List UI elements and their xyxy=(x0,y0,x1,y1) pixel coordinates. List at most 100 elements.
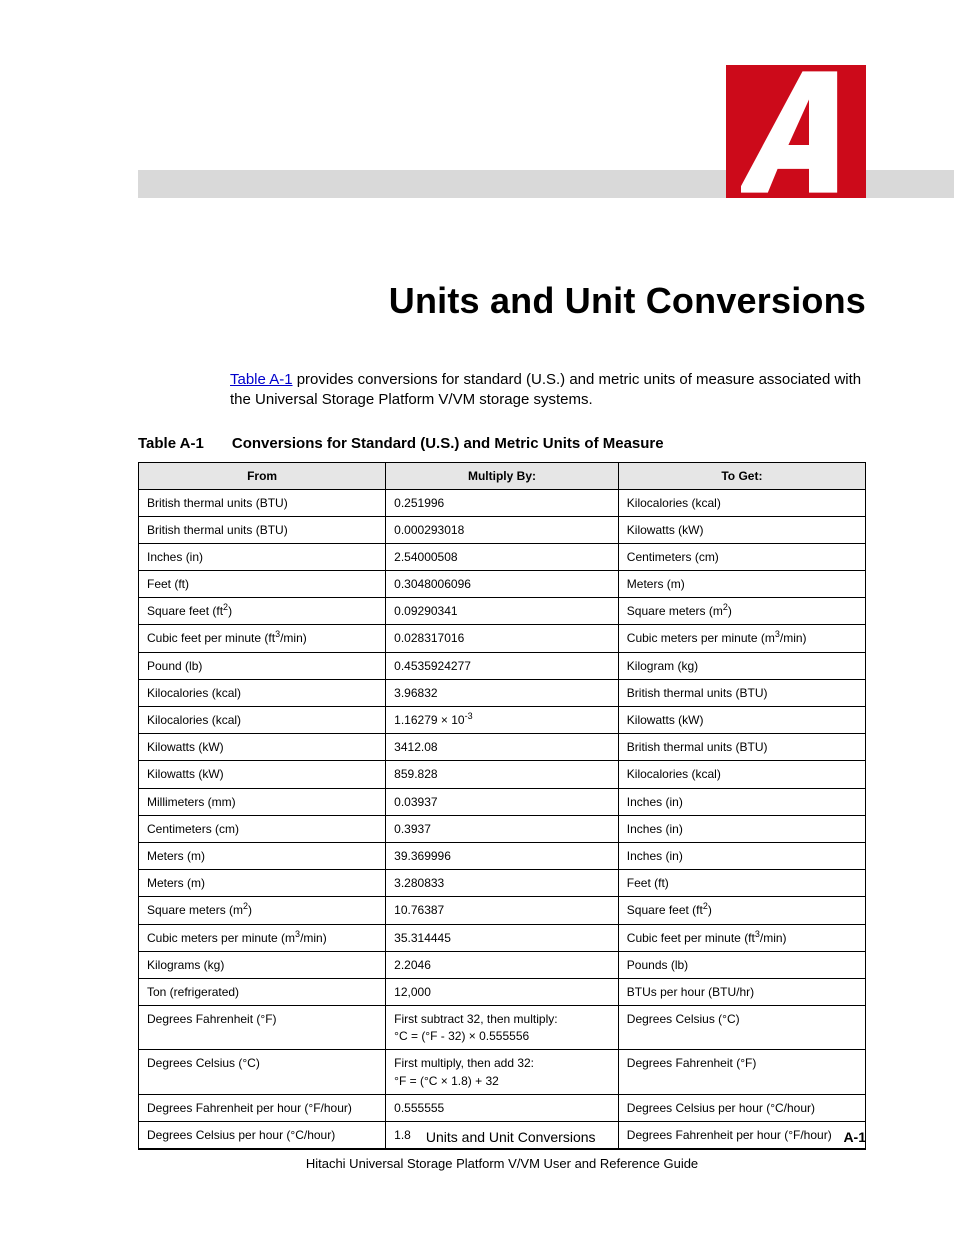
page-content: Units and Unit Conversions Table A-1 pro… xyxy=(138,280,866,1149)
cell-to: Kilocalories (kcal) xyxy=(618,761,865,788)
cell-to: Cubic meters per minute (m3/min) xyxy=(618,625,865,652)
cell-to: Centimeters (cm) xyxy=(618,543,865,570)
cell-to: Feet (ft) xyxy=(618,870,865,897)
cell-multiply: 3.96832 xyxy=(386,679,619,706)
cell-to: Pounds (lb) xyxy=(618,951,865,978)
cell-from: Inches (in) xyxy=(139,543,386,570)
cell-to: Cubic feet per minute (ft3/min) xyxy=(618,924,865,951)
cell-to: Inches (in) xyxy=(618,788,865,815)
table-link[interactable]: Table A-1 xyxy=(230,371,293,388)
table-row: Inches (in)2.54000508Centimeters (cm) xyxy=(139,543,866,570)
cell-to: Kilowatts (kW) xyxy=(618,707,865,734)
table-row: Degrees Fahrenheit per hour (°F/hour)0.5… xyxy=(139,1094,866,1121)
cell-to: Degrees Celsius (°C) xyxy=(618,1006,865,1050)
header-to: To Get: xyxy=(618,462,865,489)
cell-multiply: 0.555555 xyxy=(386,1094,619,1121)
table-row: British thermal units (BTU)0.000293018Ki… xyxy=(139,516,866,543)
intro-paragraph: Table A-1 provides conversions for stand… xyxy=(230,370,866,411)
footer-guide-name: Hitachi Universal Storage Platform V/VM … xyxy=(138,1156,866,1171)
table-row: Kilocalories (kcal)1.16279 × 10-3Kilowat… xyxy=(139,707,866,734)
cell-multiply: 0.3937 xyxy=(386,815,619,842)
header-from: From xyxy=(139,462,386,489)
table-caption: Table A-1 Conversions for Standard (U.S.)… xyxy=(138,435,866,452)
cell-multiply: 35.314445 xyxy=(386,924,619,951)
cell-to: Kilogram (kg) xyxy=(618,652,865,679)
table-row: Kilograms (kg)2.2046Pounds (lb) xyxy=(139,951,866,978)
table-row: Degrees Celsius (°C)First multiply, then… xyxy=(139,1050,866,1094)
cell-from: Meters (m) xyxy=(139,870,386,897)
table-row: Ton (refrigerated)12,000BTUs per hour (B… xyxy=(139,978,866,1005)
cell-from: British thermal units (BTU) xyxy=(139,516,386,543)
table-row: Centimeters (cm)0.3937Inches (in) xyxy=(139,815,866,842)
cell-from: Degrees Celsius (°C) xyxy=(139,1050,386,1094)
cell-from: Kilocalories (kcal) xyxy=(139,679,386,706)
cell-to: Square meters (m2) xyxy=(618,598,865,625)
conversion-table: From Multiply By: To Get: British therma… xyxy=(138,462,866,1150)
cell-to: Degrees Fahrenheit (°F) xyxy=(618,1050,865,1094)
appendix-badge xyxy=(726,65,866,198)
table-title: Conversions for Standard (U.S.) and Metr… xyxy=(232,435,664,452)
cell-from: Kilograms (kg) xyxy=(139,951,386,978)
cell-to: Inches (in) xyxy=(618,815,865,842)
cell-multiply: 0.03937 xyxy=(386,788,619,815)
cell-multiply: 3.280833 xyxy=(386,870,619,897)
cell-to: Square feet (ft2) xyxy=(618,897,865,924)
cell-multiply: 0.4535924277 xyxy=(386,652,619,679)
cell-from: Pound (lb) xyxy=(139,652,386,679)
table-row: Kilowatts (kW)3412.08British thermal uni… xyxy=(139,734,866,761)
table-row: Cubic feet per minute (ft3/min)0.0283170… xyxy=(139,625,866,652)
cell-from: Kilowatts (kW) xyxy=(139,734,386,761)
cell-from: British thermal units (BTU) xyxy=(139,489,386,516)
cell-from: Meters (m) xyxy=(139,842,386,869)
cell-multiply: 2.2046 xyxy=(386,951,619,978)
cell-multiply: 1.16279 × 10-3 xyxy=(386,707,619,734)
cell-from: Kilowatts (kW) xyxy=(139,761,386,788)
table-row: Degrees Fahrenheit (°F)First subtract 32… xyxy=(139,1006,866,1050)
table-row: Square feet (ft2)0.09290341Square meters… xyxy=(139,598,866,625)
cell-to: Inches (in) xyxy=(618,842,865,869)
page-title: Units and Unit Conversions xyxy=(138,280,866,322)
cell-from: Cubic feet per minute (ft3/min) xyxy=(139,625,386,652)
cell-from: Kilocalories (kcal) xyxy=(139,707,386,734)
cell-to: Kilocalories (kcal) xyxy=(618,489,865,516)
cell-to: BTUs per hour (BTU/hr) xyxy=(618,978,865,1005)
table-row: Kilowatts (kW)859.828Kilocalories (kcal) xyxy=(139,761,866,788)
cell-from: Millimeters (mm) xyxy=(139,788,386,815)
cell-multiply: 10.76387 xyxy=(386,897,619,924)
cell-multiply: 0.251996 xyxy=(386,489,619,516)
table-row: Cubic meters per minute (m3/min)35.31444… xyxy=(139,924,866,951)
cell-from: Degrees Fahrenheit (°F) xyxy=(139,1006,386,1050)
cell-multiply: First subtract 32, then multiply:°C = (°… xyxy=(386,1006,619,1050)
cell-multiply: 0.3048006096 xyxy=(386,571,619,598)
cell-multiply: 0.09290341 xyxy=(386,598,619,625)
cell-multiply: 0.000293018 xyxy=(386,516,619,543)
page-footer: Units and Unit Conversions A-1 Hitachi U… xyxy=(138,1129,866,1171)
cell-from: Cubic meters per minute (m3/min) xyxy=(139,924,386,951)
cell-from: Square meters (m2) xyxy=(139,897,386,924)
table-row: Pound (lb)0.4535924277Kilogram (kg) xyxy=(139,652,866,679)
table-row: Kilocalories (kcal)3.96832British therma… xyxy=(139,679,866,706)
cell-to: British thermal units (BTU) xyxy=(618,679,865,706)
cell-to: Kilowatts (kW) xyxy=(618,516,865,543)
letter-a-icon xyxy=(741,67,851,197)
cell-from: Feet (ft) xyxy=(139,571,386,598)
cell-from: Degrees Fahrenheit per hour (°F/hour) xyxy=(139,1094,386,1121)
cell-from: Ton (refrigerated) xyxy=(139,978,386,1005)
table-row: Millimeters (mm)0.03937Inches (in) xyxy=(139,788,866,815)
header-multiply: Multiply By: xyxy=(386,462,619,489)
cell-multiply: First multiply, then add 32:°F = (°C × 1… xyxy=(386,1050,619,1094)
cell-from: Square feet (ft2) xyxy=(139,598,386,625)
cell-to: Degrees Celsius per hour (°C/hour) xyxy=(618,1094,865,1121)
table-label: Table A-1 xyxy=(138,435,204,452)
table-row: Feet (ft)0.3048006096Meters (m) xyxy=(139,571,866,598)
intro-text: provides conversions for standard (U.S.)… xyxy=(230,371,861,408)
cell-to: Meters (m) xyxy=(618,571,865,598)
cell-multiply: 2.54000508 xyxy=(386,543,619,570)
cell-to: British thermal units (BTU) xyxy=(618,734,865,761)
cell-multiply: 12,000 xyxy=(386,978,619,1005)
table-row: British thermal units (BTU)0.251996Kiloc… xyxy=(139,489,866,516)
footer-section-title: Units and Unit Conversions xyxy=(178,1129,843,1145)
cell-multiply: 0.028317016 xyxy=(386,625,619,652)
cell-multiply: 859.828 xyxy=(386,761,619,788)
cell-multiply: 3412.08 xyxy=(386,734,619,761)
